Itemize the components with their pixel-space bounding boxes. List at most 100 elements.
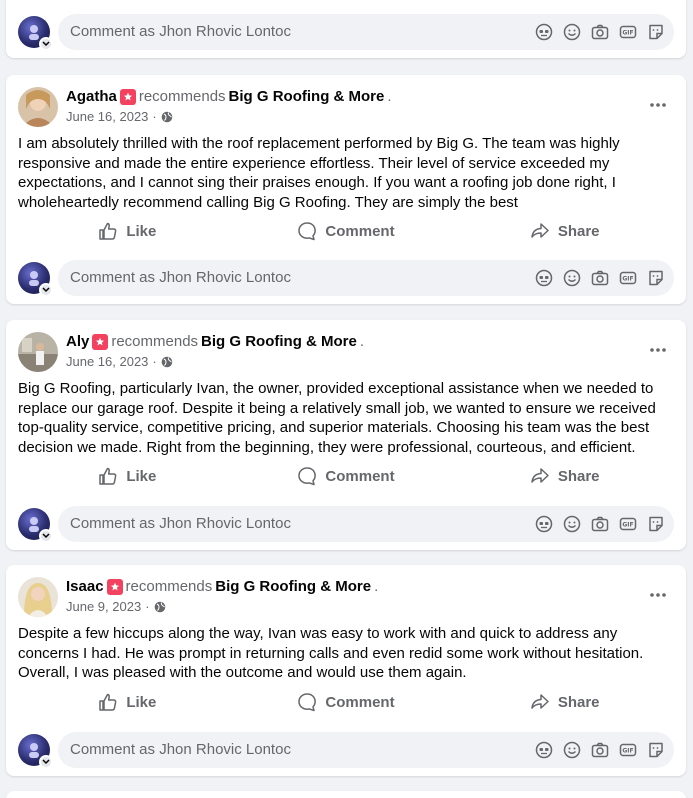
author-avatar[interactable] — [18, 577, 58, 617]
page-name-link[interactable]: Big G Roofing & More — [229, 88, 385, 105]
comment-button[interactable]: Comment — [237, 685, 456, 719]
thumbs-up-icon — [99, 222, 117, 240]
speech-bubble-icon — [298, 467, 317, 486]
gif-icon[interactable]: GIF — [618, 268, 638, 288]
chevron-down-icon[interactable] — [39, 283, 53, 297]
period-text: . — [359, 333, 365, 350]
more-options-icon[interactable] — [646, 585, 670, 605]
avatar-sticker-icon[interactable] — [534, 268, 554, 288]
share-label: Share — [557, 693, 600, 711]
author-name[interactable]: Agatha — [66, 88, 117, 105]
post-header: Aly recommends Big G Roofing & More. Jun… — [18, 332, 674, 372]
globe-icon — [154, 601, 165, 612]
camera-icon[interactable] — [590, 740, 610, 760]
post-date[interactable]: June 16, 2023 — [66, 354, 148, 369]
avatar-sticker-icon[interactable] — [534, 514, 554, 534]
chevron-down-icon[interactable] — [39, 529, 53, 543]
share-button[interactable]: Share — [455, 214, 674, 248]
gif-icon[interactable]: GIF — [618, 514, 638, 534]
recommend-star-icon — [119, 88, 136, 105]
thumbs-up-icon — [99, 467, 117, 485]
my-avatar[interactable] — [18, 16, 53, 51]
page-name-link[interactable]: Big G Roofing & More — [215, 578, 371, 595]
like-label: Like — [126, 222, 157, 240]
camera-icon[interactable] — [590, 268, 610, 288]
like-label: Like — [126, 693, 157, 711]
review-post: Isaac recommends Big G Roofing & More. J… — [6, 565, 686, 776]
author-avatar[interactable] — [18, 87, 58, 127]
comment-input[interactable]: Comment as Jhon Rhovic Lontoc GIF — [58, 506, 674, 542]
date-separator: · — [152, 109, 157, 124]
avatar-sticker-icon[interactable] — [534, 740, 554, 760]
comment-placeholder: Comment as Jhon Rhovic Lontoc — [70, 741, 291, 758]
review-post: Agatha recommends Big G Roofing & More. … — [6, 75, 686, 304]
more-options-icon[interactable] — [646, 340, 670, 360]
sticker-icon[interactable] — [646, 268, 666, 288]
comment-input[interactable]: Comment as Jhon Rhovic Lontoc GIF — [58, 260, 674, 296]
svg-text:GIF: GIF — [622, 522, 633, 529]
share-label: Share — [557, 467, 600, 485]
gif-icon[interactable]: GIF — [618, 740, 638, 760]
profile-glyph-icon — [29, 25, 39, 40]
speech-bubble-icon — [298, 222, 317, 241]
author-avatar[interactable] — [18, 332, 58, 372]
comment-input[interactable]: Comment as Jhon Rhovic Lontoc GIF — [58, 14, 674, 50]
post-body: I am absolutely thrilled with the roof r… — [18, 135, 620, 211]
gif-icon[interactable]: GIF — [618, 22, 638, 42]
avatar-sticker-icon[interactable] — [534, 22, 554, 42]
post-body: Big G Roofing, particularly Ivan, the ow… — [18, 380, 656, 456]
previous-post-card: Comment as Jhon Rhovic Lontoc GIF — [6, 0, 686, 58]
page-name-link[interactable]: Big G Roofing & More — [201, 333, 357, 350]
post-header: Isaac recommends Big G Roofing & More. J… — [18, 577, 674, 617]
comment-placeholder: Comment as Jhon Rhovic Lontoc — [70, 23, 291, 40]
comment-button[interactable]: Comment — [237, 459, 456, 493]
more-options-icon[interactable] — [646, 95, 670, 115]
share-button[interactable]: Share — [455, 459, 674, 493]
emoji-icon[interactable] — [562, 740, 582, 760]
chevron-down-icon[interactable] — [39, 755, 53, 769]
my-avatar[interactable] — [18, 734, 53, 769]
thumbs-up-icon — [99, 693, 117, 711]
post-date[interactable]: June 9, 2023 — [66, 599, 141, 614]
chevron-down-icon[interactable] — [39, 37, 53, 51]
globe-icon — [161, 356, 173, 367]
share-arrow-icon — [531, 694, 549, 709]
date-separator: · — [152, 354, 157, 369]
share-button[interactable]: Share — [455, 685, 674, 719]
sticker-icon[interactable] — [646, 22, 666, 42]
recommends-label: recommends — [111, 333, 199, 350]
svg-text:GIF: GIF — [622, 748, 633, 755]
comment-placeholder: Comment as Jhon Rhovic Lontoc — [70, 269, 291, 286]
like-button[interactable]: Like — [18, 459, 237, 493]
comment-label: Comment — [325, 693, 395, 711]
share-arrow-icon — [531, 223, 549, 238]
next-post-card — [6, 791, 686, 798]
emoji-icon[interactable] — [562, 22, 582, 42]
profile-glyph-icon — [29, 271, 39, 286]
like-button[interactable]: Like — [18, 685, 237, 719]
like-button[interactable]: Like — [18, 214, 237, 248]
period-text: . — [387, 88, 392, 105]
post-actions: Like Comment Share — [18, 685, 674, 719]
sticker-icon[interactable] — [646, 740, 666, 760]
svg-text:GIF: GIF — [622, 30, 633, 37]
post-body: Despite a few hiccups along the way, Iva… — [18, 625, 644, 681]
comment-input[interactable]: Comment as Jhon Rhovic Lontoc GIF — [58, 732, 674, 768]
my-avatar[interactable] — [18, 508, 53, 543]
date-separator: · — [145, 599, 150, 614]
emoji-icon[interactable] — [562, 268, 582, 288]
post-header: Agatha recommends Big G Roofing & More. … — [18, 87, 674, 127]
comment-label: Comment — [325, 467, 395, 485]
comment-button[interactable]: Comment — [237, 214, 456, 248]
sticker-icon[interactable] — [646, 514, 666, 534]
author-name[interactable]: Aly — [66, 333, 89, 350]
recommend-star-icon — [106, 578, 123, 595]
author-name[interactable]: Isaac — [66, 578, 104, 595]
emoji-icon[interactable] — [562, 514, 582, 534]
my-avatar[interactable] — [18, 262, 53, 297]
camera-icon[interactable] — [590, 514, 610, 534]
comment-label: Comment — [325, 222, 395, 240]
post-date[interactable]: June 16, 2023 — [66, 109, 148, 124]
period-text: . — [374, 578, 379, 595]
camera-icon[interactable] — [590, 22, 610, 42]
